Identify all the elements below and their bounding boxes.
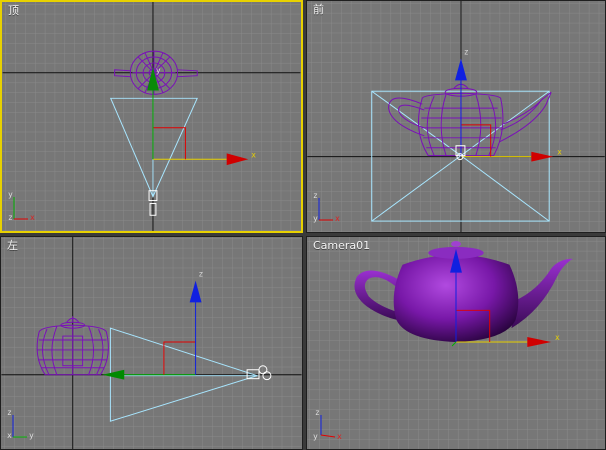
viewport-camera[interactable]: Camera01 x z y x [306,236,606,450]
svg-text:z: z [199,270,204,279]
viewport-label-top[interactable]: 顶 [8,5,19,17]
svg-text:z: z [464,48,469,57]
svg-text:z: z [315,408,320,417]
svg-text:y: y [313,214,318,223]
viewport-front[interactable]: 前 x z z y x [306,0,606,233]
svg-text:y: y [29,431,34,440]
axis-tripod-camera: z y x [311,405,361,445]
axis-label-z: z [8,213,13,222]
axis-label-y: y [8,190,13,199]
viewport-label-camera[interactable]: Camera01 [313,240,370,252]
svg-text:y: y [313,432,318,441]
svg-text:x: x [555,333,560,342]
viewport-top[interactable]: 顶 x y y z x [0,0,303,233]
svg-text:x: x [335,214,340,223]
svg-text:x: x [251,150,256,159]
axis-tripod-front: z y x [311,188,361,228]
viewport-label-front[interactable]: 前 [313,4,324,16]
viewport-label-left[interactable]: 左 [7,240,18,252]
axis-label-x: x [30,213,35,222]
four-viewport-layout: 顶 x y y z x 前 x z z y x 左 z z x y Camera… [0,0,606,450]
svg-text:y: y [156,66,161,75]
svg-text:z: z [7,408,12,417]
svg-text:x: x [557,148,562,157]
svg-text:x: x [7,431,12,440]
axis-tripod-left: z x y [5,405,55,445]
svg-text:z: z [313,191,318,200]
viewport-left[interactable]: 左 z z x y [0,236,303,450]
svg-text:x: x [337,432,342,441]
axis-tripod-top: y z x [6,187,56,227]
